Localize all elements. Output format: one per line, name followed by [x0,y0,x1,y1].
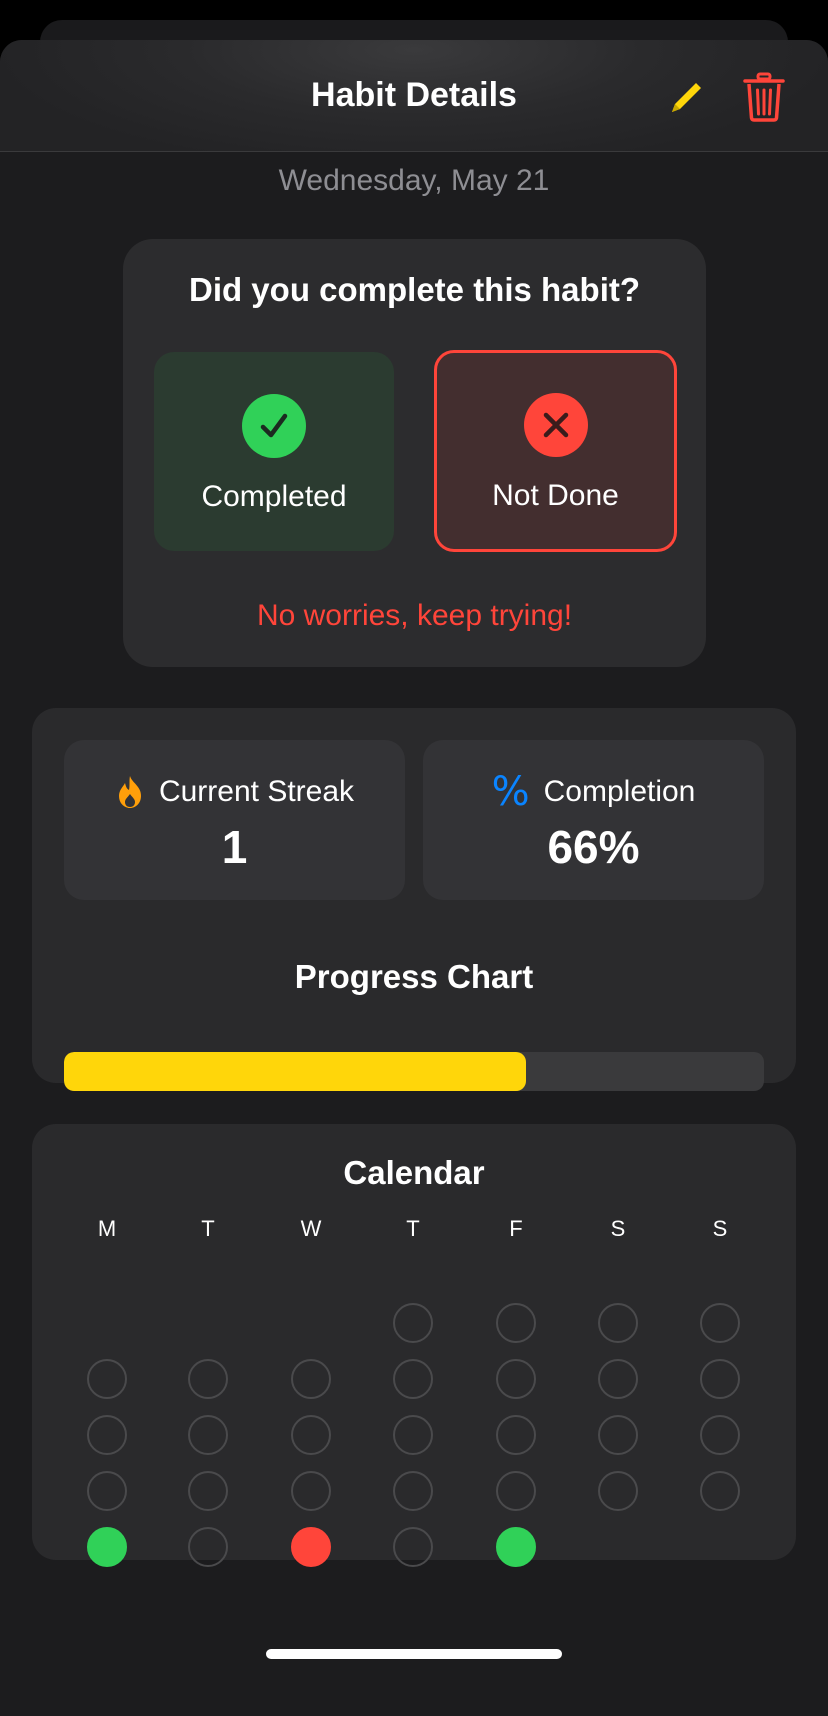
completed-option-button[interactable]: Completed [154,352,394,551]
completion-stat: % Completion 66% [423,740,764,900]
calendar-day-empty[interactable] [393,1471,433,1511]
calendar-day-empty[interactable] [393,1415,433,1455]
date-label: Wednesday, May 21 [278,164,550,197]
xmark-icon [523,393,588,457]
edit-button[interactable] [660,72,712,124]
calendar-day-empty[interactable] [291,1415,331,1455]
current-streak-value: 1 [221,821,248,873]
home-indicator [266,1649,562,1659]
calendar-day-empty[interactable] [291,1471,331,1511]
calendar-day-empty[interactable] [87,1359,127,1399]
calendar-day-empty[interactable] [188,1527,228,1567]
current-streak-label: Current Streak [158,775,355,808]
weekday-label: W [300,1216,322,1241]
calendar-day-empty[interactable] [393,1527,433,1567]
calendar-day-empty[interactable] [598,1359,638,1399]
calendar-card: Calendar M T W T F S S [32,1124,796,1567]
calendar-day-empty[interactable] [700,1303,740,1343]
weekday-label: T [406,1216,420,1241]
calendar-day-missed[interactable] [291,1527,331,1567]
progress-bar-fill [64,1052,526,1091]
calendar-day-empty[interactable] [87,1471,127,1511]
flame-icon [118,776,141,808]
calendar-day-empty[interactable] [598,1415,638,1455]
calendar-day-empty[interactable] [598,1471,638,1511]
completion-question: Did you complete this habit? [188,271,641,308]
weekday-label: F [509,1216,523,1241]
calendar-day-empty[interactable] [188,1359,228,1399]
current-streak-stat: Current Streak 1 [64,740,405,900]
progress-bar [64,1052,764,1091]
weekday-label: S [712,1216,728,1241]
delete-button[interactable] [738,68,790,126]
completion-prompt-card: Did you complete this habit? Completed N… [123,239,706,667]
calendar-day-empty[interactable] [496,1359,536,1399]
calendar-day-empty[interactable] [393,1359,433,1399]
calendar-day-empty[interactable] [496,1471,536,1511]
checkmark-icon [242,394,306,458]
calendar-day-empty[interactable] [496,1415,536,1455]
calendar-day-empty[interactable] [700,1471,740,1511]
weekday-label: M [97,1216,117,1241]
progress-chart-title: Progress Chart [294,958,534,995]
percent-icon: % [491,769,530,815]
completion-value: 66% [547,821,640,873]
weekday-label: S [610,1216,626,1241]
navigation-bar: Habit Details [0,40,828,152]
trash-icon [743,72,785,122]
pencil-icon [672,83,701,112]
calendar-day-empty[interactable] [496,1303,536,1343]
not-done-option-label: Not Done [492,479,619,512]
calendar-day-empty[interactable] [291,1359,331,1399]
feedback-message: No worries, keep trying! [256,599,573,632]
calendar-day-empty[interactable] [188,1471,228,1511]
calendar-day-empty[interactable] [87,1415,127,1455]
habit-details-sheet: Habit Details Wednesday, May 21 Did you … [0,40,828,1716]
completion-label: Completion [543,775,696,808]
calendar-day-empty[interactable] [393,1303,433,1343]
not-done-option-button[interactable]: Not Done [434,350,677,552]
calendar-title: Calendar [343,1154,485,1191]
calendar-day-empty[interactable] [188,1415,228,1455]
calendar-day-done[interactable] [496,1527,536,1567]
completed-option-label: Completed [201,480,347,513]
calendar-day-empty[interactable] [700,1359,740,1399]
weekday-label: T [201,1216,215,1241]
calendar-day-empty[interactable] [700,1415,740,1455]
calendar-day-done[interactable] [87,1527,127,1567]
stats-card: Current Streak 1 % Completion 66% Progre… [32,708,796,1091]
calendar-day-empty[interactable] [598,1303,638,1343]
